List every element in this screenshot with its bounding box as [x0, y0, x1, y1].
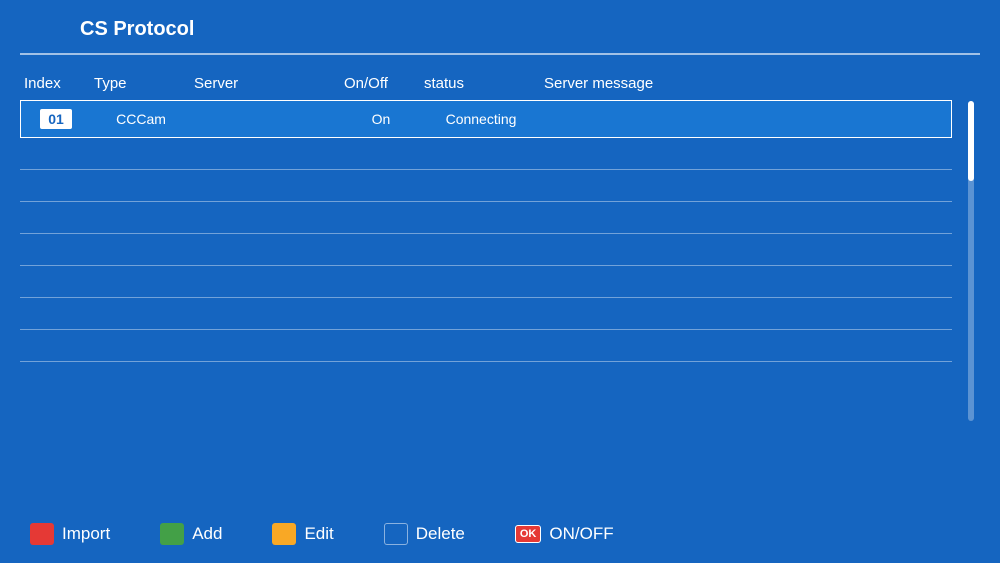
col-header-server: Server: [190, 75, 340, 92]
table-row[interactable]: 01 CCCam On Connecting: [20, 100, 952, 138]
delete-label: Delete: [416, 524, 465, 544]
col-header-index: Index: [20, 75, 90, 92]
footer: Import Add Edit Delete OK ON/OFF: [30, 503, 980, 545]
table-row[interactable]: [20, 234, 952, 266]
ok-icon: OK: [515, 525, 542, 543]
import-label: Import: [62, 524, 110, 544]
table-row[interactable]: [20, 170, 952, 202]
col-header-message: Server message: [540, 75, 952, 92]
onoff-button[interactable]: OK ON/OFF: [515, 524, 614, 544]
index-badge: 01: [40, 109, 72, 129]
add-icon: [160, 523, 184, 545]
cell-server: [191, 115, 341, 123]
import-icon: [30, 523, 54, 545]
col-header-type: Type: [90, 75, 190, 92]
add-label: Add: [192, 524, 222, 544]
col-header-onoff: On/Off: [340, 75, 420, 92]
table-row[interactable]: [20, 138, 952, 170]
content-area: Index Type Server On/Off status Server m…: [20, 71, 980, 503]
table-header: Index Type Server On/Off status Server m…: [20, 71, 952, 100]
add-button[interactable]: Add: [160, 523, 222, 545]
cell-message: [541, 115, 951, 123]
table-row[interactable]: [20, 298, 952, 330]
edit-button[interactable]: Edit: [272, 523, 333, 545]
delete-icon: [384, 523, 408, 545]
table-row[interactable]: [20, 266, 952, 298]
table-section: Index Type Server On/Off status Server m…: [20, 71, 952, 503]
onoff-label: ON/OFF: [549, 524, 613, 544]
edit-icon: [272, 523, 296, 545]
page-title: CS Protocol: [80, 18, 194, 41]
cell-onoff: On: [341, 107, 421, 131]
delete-button[interactable]: Delete: [384, 523, 465, 545]
col-header-status: status: [420, 75, 540, 92]
cell-status: Connecting: [421, 107, 541, 131]
cell-index: 01: [21, 105, 91, 133]
cell-type: CCCam: [91, 107, 191, 131]
title-bar: CS Protocol: [20, 18, 980, 55]
scrollbar[interactable]: [962, 71, 980, 503]
table-row[interactable]: [20, 202, 952, 234]
edit-label: Edit: [304, 524, 333, 544]
import-button[interactable]: Import: [30, 523, 110, 545]
scrollbar-thumb: [968, 101, 974, 181]
table-row[interactable]: [20, 330, 952, 362]
scrollbar-track: [968, 101, 974, 421]
main-container: CS Protocol Index Type Server On/Off sta…: [0, 0, 1000, 563]
